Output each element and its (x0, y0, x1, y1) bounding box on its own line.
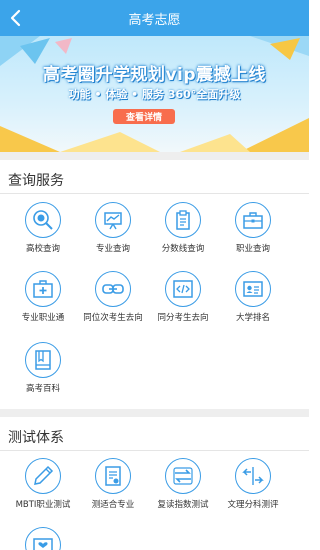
code-window-icon (165, 271, 201, 307)
grid-item-partial[interactable] (6, 527, 80, 550)
grid-item-major-career[interactable]: 专业职业通 (6, 271, 80, 324)
section-gap (0, 409, 309, 417)
medical-kit-icon (25, 271, 61, 307)
checklist-icon (95, 458, 131, 494)
item-label: 大学排名 (235, 313, 270, 323)
grid-item-same-score[interactable]: 同分考生去向 (146, 271, 220, 324)
briefcase-icon (235, 202, 271, 238)
grid-item-career-query[interactable]: 职业查询 (216, 202, 290, 255)
section-gap (0, 152, 309, 160)
grid-item-repeat-index-test[interactable]: 复读指数测试 (146, 458, 220, 511)
grid-item-arts-science-test[interactable]: 文理分科测评 (216, 458, 290, 511)
pen-icon (25, 458, 61, 494)
item-label: MBTI职业测试 (15, 500, 71, 510)
item-label: 同分考生去向 (157, 313, 209, 323)
book-icon (25, 342, 61, 378)
magnifier-icon (25, 202, 61, 238)
promo-banner[interactable]: 高考圈升学规划vip震撼上线 功能 • 体验 • 服务 360°全面升级 查看详… (0, 36, 309, 152)
item-label: 高考百科 (25, 384, 60, 394)
item-label: 专业职业通 (21, 313, 65, 323)
grid-item-same-rank[interactable]: 同位次考生去向 (76, 271, 150, 324)
item-label: 高校查询 (25, 244, 60, 254)
heart-board-icon (25, 527, 61, 550)
grid-item-score-line-query[interactable]: 分数线查询 (146, 202, 220, 255)
item-label: 分数线查询 (161, 244, 205, 254)
top-bar: 高考志愿 (0, 0, 309, 36)
item-label: 复读指数测试 (157, 500, 209, 510)
id-card-icon (235, 271, 271, 307)
page-title: 高考志愿 (128, 12, 181, 28)
grid-item-mbti-test[interactable]: MBTI职业测试 (6, 458, 80, 511)
item-label: 同位次考生去向 (83, 313, 143, 323)
section-title-query: 查询服务 (8, 173, 64, 189)
presentation-board-icon (95, 202, 131, 238)
banner-headline: 高考圈升学规划vip震撼上线 (42, 65, 267, 85)
divider (0, 450, 309, 451)
link-icon (95, 271, 131, 307)
grid-item-gaokao-wiki[interactable]: 高考百科 (6, 342, 80, 395)
grid-item-major-query[interactable]: 专业查询 (76, 202, 150, 255)
section-title-tests: 测试体系 (8, 430, 64, 446)
grid-item-university-query[interactable]: 高校查询 (6, 202, 80, 255)
clipboard-icon (165, 202, 201, 238)
item-label: 文理分科测评 (227, 500, 279, 510)
item-label: 测适合专业 (91, 500, 135, 510)
item-label: 职业查询 (235, 244, 270, 254)
cycle-arrows-icon (165, 458, 201, 494)
grid-item-university-ranking[interactable]: 大学排名 (216, 271, 290, 324)
banner-subline: 功能 • 体验 • 服务 360°全面升级 (68, 88, 241, 101)
view-details-button[interactable]: 查看详情 (113, 109, 175, 124)
split-arrows-icon (235, 458, 271, 494)
item-label: 专业查询 (95, 244, 130, 254)
grid-item-major-fit-test[interactable]: 测适合专业 (76, 458, 150, 511)
divider (0, 193, 309, 194)
chevron-left-icon[interactable] (6, 8, 26, 28)
